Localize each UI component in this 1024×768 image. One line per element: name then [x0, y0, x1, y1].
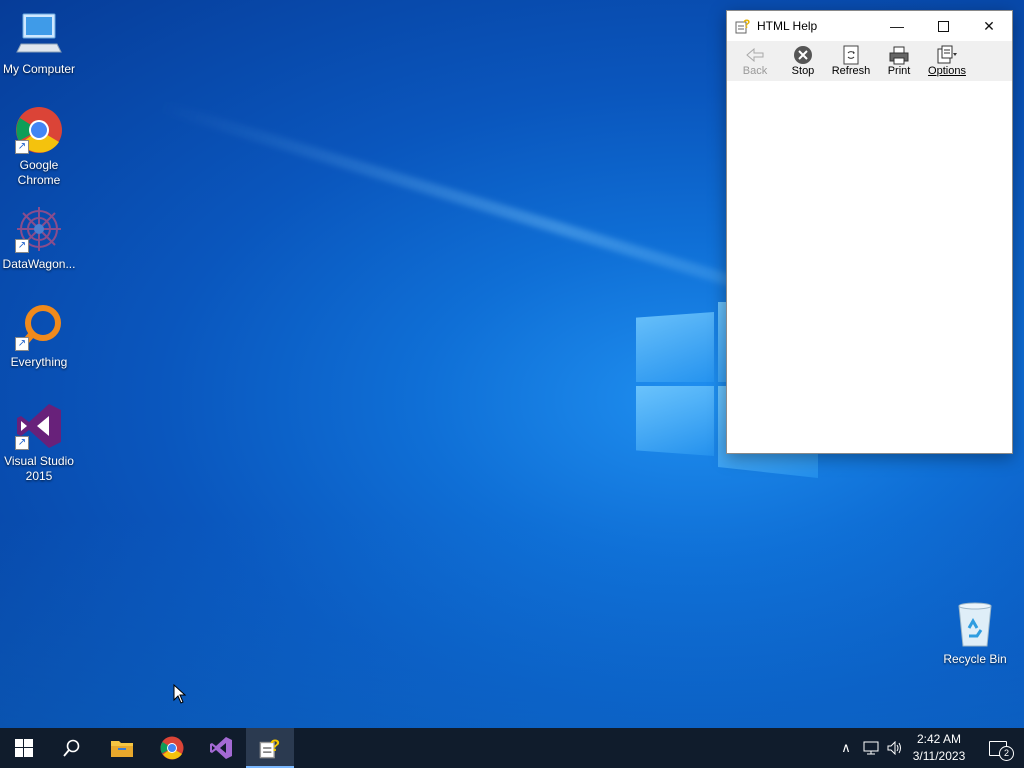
volume-button[interactable]	[884, 728, 906, 768]
datawagon-icon: ↗	[15, 205, 63, 253]
visual-studio-icon	[210, 737, 232, 759]
close-icon: ✕	[983, 17, 995, 34]
start-button[interactable]	[0, 728, 48, 768]
options-button[interactable]: Options	[923, 41, 971, 77]
taskbar-file-explorer[interactable]	[98, 728, 146, 768]
options-icon	[923, 45, 971, 65]
desktop-icon-label: My Computer	[2, 62, 76, 76]
desktop-icon-label: Everything	[10, 355, 68, 369]
desktop-icon-recycle-bin[interactable]: Recycle Bin	[937, 600, 1013, 667]
desktop-icon-label: Recycle Bin	[943, 652, 1007, 666]
desktop-icon-everything[interactable]: ↗ Everything	[1, 303, 77, 370]
back-label: Back	[742, 65, 768, 77]
desktop-icon-label: Visual Studio 2015	[4, 454, 74, 483]
taskbar-visual-studio[interactable]	[197, 728, 245, 768]
mouse-cursor	[173, 683, 187, 709]
search-button[interactable]	[48, 728, 96, 768]
everything-search-icon: ↗	[15, 303, 63, 351]
window-title: HTML Help	[757, 19, 818, 33]
network-icon	[863, 741, 879, 755]
chrome-icon	[160, 736, 184, 760]
maximize-icon	[937, 20, 949, 32]
refresh-label: Refresh	[831, 65, 871, 77]
shortcut-arrow-icon: ↗	[15, 436, 29, 450]
shortcut-arrow-icon: ↗	[15, 337, 29, 351]
help-content-pane[interactable]	[727, 81, 1012, 453]
print-button[interactable]: Print	[875, 41, 923, 77]
print-label: Print	[887, 65, 911, 77]
wallpaper-glow	[0, 520, 1024, 760]
start-icon	[15, 739, 33, 757]
maximize-button[interactable]	[920, 11, 966, 41]
minimize-button[interactable]: —	[874, 11, 920, 41]
show-hidden-icons-button[interactable]: ∧	[836, 728, 856, 768]
html-help-window[interactable]: ? HTML Help — ✕ Back Stop Refresh Print …	[726, 10, 1013, 454]
options-label: Options	[928, 65, 966, 77]
file-explorer-icon	[111, 741, 133, 757]
shortcut-arrow-icon: ↗	[15, 239, 29, 253]
visual-studio-icon: ↗	[15, 402, 63, 450]
close-button[interactable]: ✕	[966, 11, 1012, 41]
shortcut-arrow-icon: ↗	[15, 140, 29, 154]
desktop-icon-google-chrome[interactable]: ↗ Google Chrome	[1, 106, 77, 188]
desktop-icon-visual-studio[interactable]: ↗ Visual Studio 2015	[1, 402, 77, 484]
recycle-bin-icon	[951, 600, 999, 648]
search-icon	[63, 739, 80, 757]
action-center-button[interactable]: 2	[978, 728, 1018, 768]
clock-time: 2:42 AM	[916, 732, 962, 746]
speaker-icon	[887, 741, 901, 755]
printer-icon	[875, 45, 923, 65]
stop-icon	[779, 45, 827, 65]
svg-text:?: ?	[270, 737, 280, 755]
html-help-icon: ?	[259, 737, 280, 759]
stop-label: Stop	[791, 65, 815, 77]
taskbar-clock[interactable]: 2:42 AM 3/11/2023	[904, 731, 974, 765]
desktop-icon-datawagon[interactable]: ↗ DataWagon...	[1, 205, 77, 272]
clock-date: 3/11/2023	[912, 749, 966, 763]
notification-count-badge: 2	[999, 745, 1014, 761]
svg-text:?: ?	[743, 18, 750, 31]
desktop-icon-my-computer[interactable]: My Computer	[1, 10, 77, 77]
stop-button[interactable]: Stop	[779, 41, 827, 77]
html-help-icon: ?	[735, 17, 751, 34]
back-button[interactable]: Back	[731, 41, 779, 77]
refresh-icon	[827, 45, 875, 65]
taskbar-chrome[interactable]	[148, 728, 196, 768]
chevron-up-icon: ∧	[841, 740, 851, 755]
refresh-button[interactable]: Refresh	[827, 41, 875, 77]
chrome-icon: ↗	[15, 106, 63, 154]
taskbar-html-help[interactable]: ?	[246, 728, 294, 768]
desktop-icon-label: Google Chrome	[17, 158, 61, 187]
network-button[interactable]	[860, 728, 882, 768]
window-titlebar[interactable]: ? HTML Help — ✕	[727, 11, 1012, 41]
back-arrow-icon	[731, 45, 779, 65]
help-toolbar: Back Stop Refresh Print Options	[727, 41, 1012, 81]
computer-icon	[15, 10, 63, 58]
minimize-icon: —	[890, 18, 904, 34]
notification-icon: 2	[989, 740, 1014, 761]
taskbar: ? ∧ 2:42 AM 3/11/2023 2	[0, 728, 1024, 768]
desktop-icon-label: DataWagon...	[2, 257, 76, 271]
